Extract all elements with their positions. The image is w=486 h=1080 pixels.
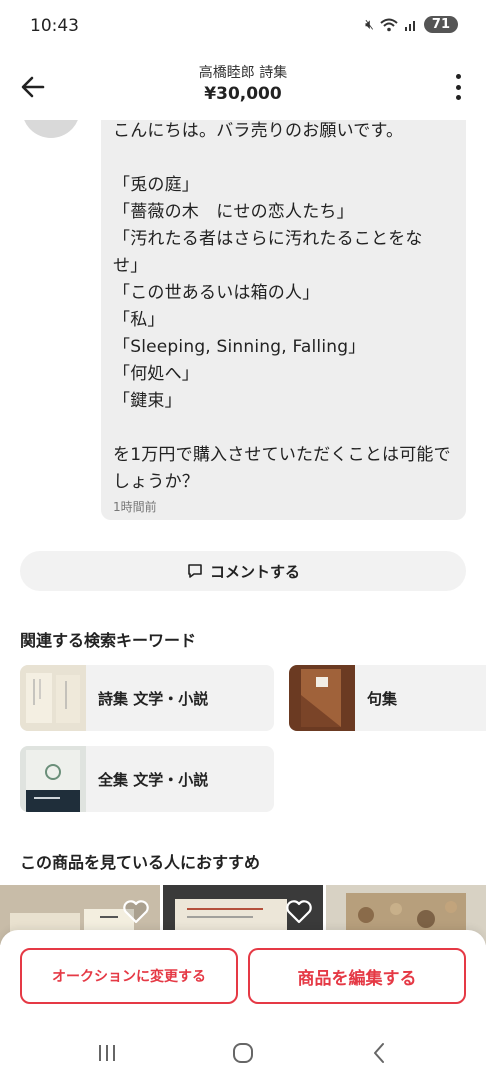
related-keywords-title: 関連する検索キーワード [20, 631, 197, 650]
more-vertical-icon [455, 74, 461, 79]
heart-icon[interactable] [122, 899, 150, 925]
speech-bubble-icon [188, 564, 202, 578]
nav-back-icon[interactable] [364, 1038, 394, 1068]
recent-apps-icon[interactable] [92, 1038, 122, 1068]
header-title-group: 高橋睦郎 詩集 ¥30,000 [0, 62, 486, 104]
system-navigation-bar [0, 1030, 486, 1080]
edit-item-button[interactable]: 商品を編集する [248, 948, 466, 1004]
change-to-auction-button[interactable]: オークションに変更する [20, 948, 238, 1004]
status-icons: 🔇︎ 71 [365, 16, 458, 33]
mute-icon: 🔇︎ [365, 16, 374, 33]
item-price: ¥30,000 [204, 84, 282, 104]
status-bar: 10:43 🔇︎ 71 [0, 0, 486, 56]
signal-icon [404, 20, 415, 31]
recommendations-title: この商品を見ている人におすすめ [20, 853, 261, 872]
item-title: 高橋睦郎 詩集 [198, 65, 288, 81]
home-icon[interactable] [228, 1038, 258, 1068]
heart-icon[interactable] [285, 899, 313, 925]
keyword-card-collected-works[interactable]: 全集 文学・小説 [20, 746, 274, 812]
battery-indicator: 71 [423, 16, 458, 33]
keyword-thumbnail [289, 665, 355, 731]
keyword-label: 句集 [367, 689, 398, 708]
status-time: 10:43 [30, 16, 79, 36]
comment-button-label: コメントする [209, 562, 300, 581]
keyword-label: 詩集 文学・小説 [98, 689, 209, 708]
app-header: 高橋睦郎 詩集 ¥30,000 [0, 56, 486, 120]
comment-button[interactable]: コメントする [20, 551, 466, 591]
keyword-label: 全集 文学・小説 [98, 770, 209, 789]
keyword-card-haiku[interactable]: 句集 [289, 665, 486, 731]
wifi-icon [380, 18, 398, 31]
bottom-action-sheet: オークションに変更する 商品を編集する [0, 930, 486, 1080]
keyword-thumbnail [20, 746, 86, 812]
comment-bubble: こんにちは。バラ売りのお願いです。 「兎の庭」 「薔薇の木 にせの恋人たち」 「… [101, 110, 466, 520]
comment-timestamp: 1時間前 [113, 500, 157, 514]
keyword-card-poetry[interactable]: 詩集 文学・小説 [20, 665, 274, 731]
comment-text: こんにちは。バラ売りのお願いです。 「兎の庭」 「薔薇の木 にせの恋人たち」 「… [113, 121, 451, 492]
more-options-button[interactable] [448, 72, 468, 102]
keyword-thumbnail [20, 665, 86, 731]
